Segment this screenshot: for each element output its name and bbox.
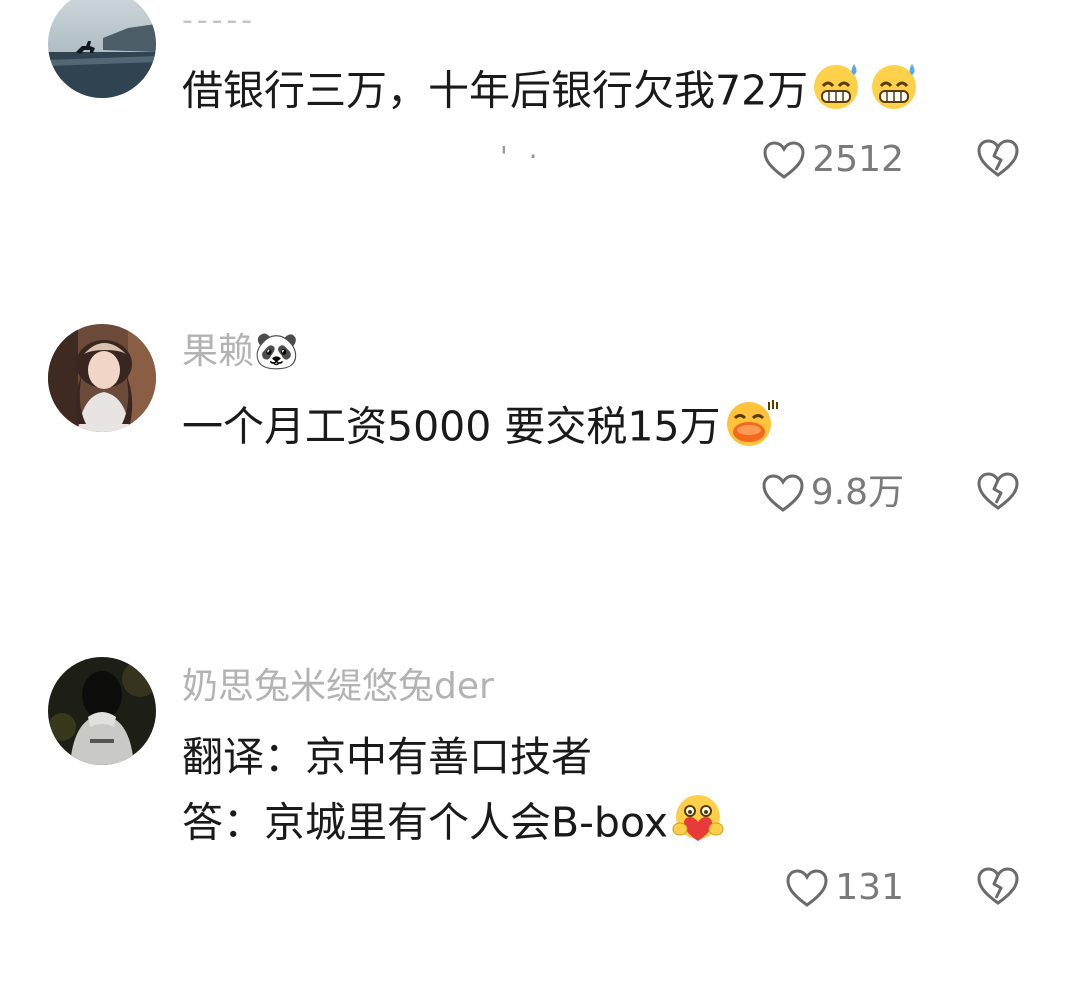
comment-item: ----- 借银行三万，十年后银行欠我72万 ' · 2512 xyxy=(0,0,1080,300)
like-count: 9.8万 xyxy=(810,472,904,513)
like-button[interactable]: 131 xyxy=(785,868,904,908)
heart-outline-icon xyxy=(786,869,828,907)
avatar[interactable] xyxy=(48,0,156,98)
comment-text: 一个月工资5000 要交税15万 xyxy=(182,400,779,455)
username[interactable]: 奶思兔米缇悠兔der xyxy=(182,669,494,705)
laughing-blushing-emoji xyxy=(721,396,779,455)
avatar[interactable] xyxy=(48,657,156,765)
comment-actions: 9.8万 xyxy=(761,468,1020,518)
username[interactable]: 果赖🐼 xyxy=(182,334,299,370)
dislike-button[interactable] xyxy=(976,138,1020,182)
like-count: 131 xyxy=(835,867,904,908)
comment-text-line: 借银行三万，十年后银行欠我72万 xyxy=(182,66,809,115)
comment-item: 果赖🐼 一个月工资5000 要交税15万 9.8万 xyxy=(0,320,1080,620)
comment-text: 翻译：京中有善口技者 答：京城里有个人会B-box xyxy=(182,737,730,852)
broken-heart-icon xyxy=(977,867,1019,905)
avatar-hooded-figure-icon xyxy=(48,657,156,765)
heart-hug-emoji xyxy=(668,791,730,852)
avatar-horse-rider-icon xyxy=(48,0,156,98)
comment-text-line: 答：京城里有个人会B-box xyxy=(182,798,669,847)
comment-item: 奶思兔米缇悠兔der 翻译：京中有善口技者 答：京城里有个人会B-box 131 xyxy=(0,655,1080,1003)
like-button[interactable]: 9.8万 xyxy=(761,473,904,513)
dislike-button[interactable] xyxy=(976,471,1020,515)
grin-sweat-emoji xyxy=(808,60,864,119)
extra-mark: ' · xyxy=(500,140,544,173)
heart-outline-icon xyxy=(763,141,805,179)
avatar[interactable] xyxy=(48,324,156,432)
broken-heart-icon xyxy=(977,472,1019,510)
comment-text: 借银行三万，十年后银行欠我72万 xyxy=(182,64,924,119)
heart-outline-icon xyxy=(762,474,804,512)
username[interactable]: ----- xyxy=(182,6,256,36)
grin-sweat-emoji xyxy=(864,60,924,119)
comment-actions: 131 xyxy=(785,863,1020,913)
avatar-girl-portrait-icon xyxy=(48,324,156,432)
like-button[interactable]: 2512 xyxy=(762,140,904,180)
comment-actions: 2512 xyxy=(762,135,1020,185)
like-count: 2512 xyxy=(812,139,904,180)
dislike-button[interactable] xyxy=(976,866,1020,910)
comment-text-line: 翻译：京中有善口技者 xyxy=(182,733,592,781)
broken-heart-icon xyxy=(977,139,1019,177)
comment-text-line: 一个月工资5000 要交税15万 xyxy=(182,402,721,451)
